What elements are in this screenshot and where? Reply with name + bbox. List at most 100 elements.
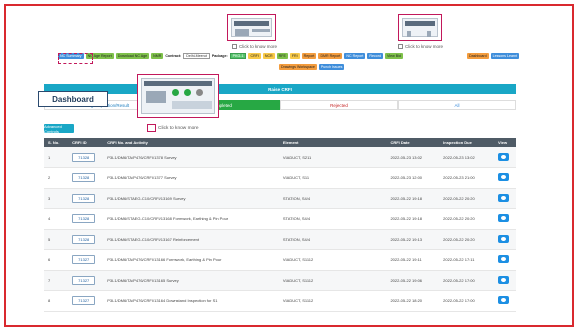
cell-inspection-due: 2022-05-22 17:11 bbox=[443, 257, 475, 263]
cell-element: VIADUCT, S1112 bbox=[282, 277, 314, 283]
view-eye-icon[interactable] bbox=[498, 214, 510, 223]
col-inspection-due: Inspection Due bbox=[443, 140, 472, 145]
col-sno: S. No. bbox=[48, 140, 60, 145]
col-crfi-date: CRFI Date bbox=[390, 140, 410, 145]
dashboard-button[interactable]: Dashboard bbox=[467, 53, 489, 59]
top-toolbar: NC Summary NC Age Report Download NC Age… bbox=[58, 53, 403, 59]
cell-crfi-date: 2022-05-23 13:02 bbox=[390, 154, 423, 160]
cell-sno: 8 bbox=[48, 298, 51, 304]
click-to-know-more-note[interactable]: Click to know more bbox=[232, 44, 277, 49]
dmr-report-button[interactable]: DMR Report bbox=[318, 53, 343, 59]
cell-sno: 6 bbox=[48, 257, 51, 263]
cell-sno: 4 bbox=[48, 216, 51, 222]
top-toolbar-far: Dashboard Lessons Learnt bbox=[467, 53, 520, 59]
ncr-button[interactable]: NCR bbox=[262, 53, 275, 59]
view-eye-icon[interactable] bbox=[498, 173, 510, 182]
view-eye-icon[interactable] bbox=[498, 255, 510, 264]
drawings-workspace-button[interactable]: Drawings Workspace bbox=[279, 64, 317, 70]
nmr-button[interactable]: NMR bbox=[151, 53, 164, 59]
record-button[interactable]: Record bbox=[367, 53, 383, 59]
download-nc-age-button[interactable]: Download NC Age bbox=[115, 53, 150, 59]
cell-element: STATION, S4/4 bbox=[282, 216, 311, 222]
cell-crfi-id[interactable]: 71327 bbox=[72, 255, 96, 265]
advanced-controls-button[interactable]: Advanced Controls bbox=[44, 124, 74, 134]
click-to-know-more-note[interactable]: Click to know more bbox=[147, 124, 199, 132]
view-bid-button[interactable]: View Bid bbox=[385, 53, 403, 59]
table-row: 3 71328 P3L1/DM6/STAEG-C10/CRFI/13169 Surv… bbox=[44, 188, 516, 209]
view-eye-icon[interactable] bbox=[498, 234, 510, 243]
cell-crfi-id[interactable]: 71327 bbox=[72, 296, 96, 306]
tab-all[interactable]: All bbox=[398, 100, 516, 110]
callout-thumbnail-dashboard bbox=[137, 74, 219, 118]
view-eye-icon[interactable] bbox=[498, 275, 510, 284]
cell-inspection-due: 2022-05-22 20:20 bbox=[443, 236, 475, 242]
status-tabs: Pending Inspection/Result Completed Reje… bbox=[44, 100, 516, 110]
cell-crfi-id[interactable]: 71328 bbox=[72, 173, 96, 183]
report-button[interactable]: Report bbox=[301, 53, 317, 59]
cell-activity: P3L1/DM6/STAEG-C10/CRFI/13168 Formwork, … bbox=[107, 216, 229, 222]
cell-activity: P3L1/DM6/STAEG-C10/CRFI/13169 Survey bbox=[107, 195, 186, 201]
thumbnail-preview bbox=[231, 18, 272, 37]
package-select[interactable]: PKG-1 bbox=[229, 53, 247, 59]
rfe-button[interactable]: RFE bbox=[276, 53, 288, 59]
cell-sno: 1 bbox=[48, 154, 51, 160]
cell-activity: P3L1/DM6/TA/P476/CRFI/13166 Formwork, Ea… bbox=[107, 257, 222, 263]
col-view: View bbox=[498, 140, 508, 145]
cell-crfi-id[interactable]: 71328 bbox=[72, 193, 96, 203]
crfi-table: S. No. CRFI ID CRFI No. and Activity Ele… bbox=[44, 138, 516, 312]
cell-crfi-date: 2022-05-22 19:06 bbox=[390, 277, 423, 283]
lessons-learnt-button[interactable]: Lessons Learnt bbox=[490, 53, 520, 59]
cell-crfi-date: 2022-05-22 18:20 bbox=[390, 298, 423, 304]
cell-crfi-id[interactable]: 71328 bbox=[72, 152, 96, 162]
cell-inspection-due: 2022-05-22 17:00 bbox=[443, 277, 475, 283]
fri-button[interactable]: FRI bbox=[289, 53, 300, 59]
dashboard-preview bbox=[141, 78, 215, 114]
view-eye-icon[interactable] bbox=[498, 296, 510, 305]
view-eye-icon[interactable] bbox=[498, 193, 510, 202]
table-row: 6 71327 P3L1/DM6/TA/P476/CRFI/13166 Formwo… bbox=[44, 250, 516, 270]
cell-element: STATION, S4/4 bbox=[282, 236, 311, 242]
table-row: 2 71328 P3L1/DM6/TA/P476/CRFI/1377 Survey V… bbox=[44, 168, 516, 188]
crfi-button[interactable]: CRFI bbox=[248, 53, 261, 59]
tab-rejected[interactable]: Rejected bbox=[280, 100, 398, 110]
cell-activity: P3L1/DM6/TA/P476/CRFI/13164 Downstand In… bbox=[107, 298, 218, 304]
col-crfi-id: CRFI ID bbox=[72, 140, 87, 145]
raise-crfi-bar[interactable]: Raise CRFI bbox=[44, 84, 516, 94]
thumbnail-preview bbox=[402, 18, 438, 37]
cell-inspection-due: 2022-05-22 20:20 bbox=[443, 195, 475, 201]
col-activity: CRFI No. and Activity bbox=[107, 140, 148, 145]
nc-report-button[interactable]: NC Report bbox=[344, 53, 366, 59]
cell-sno: 2 bbox=[48, 175, 51, 181]
callout-thumbnail-right bbox=[398, 14, 442, 41]
cell-sno: 3 bbox=[48, 195, 51, 201]
punch-issues-button[interactable]: Punch Issues bbox=[318, 64, 345, 70]
package-label: Package: bbox=[211, 54, 228, 58]
highlight-box bbox=[58, 53, 93, 64]
cell-crfi-date: 2022-05-22 19:18 bbox=[390, 195, 423, 201]
cell-crfi-id[interactable]: 71327 bbox=[72, 275, 96, 285]
table-row: 7 71327 P3L1/DM6/TA/P476/CRFI/13165 Survey… bbox=[44, 270, 516, 291]
cell-sno: 7 bbox=[48, 277, 51, 283]
cell-element: VIADUCT, S1112 bbox=[282, 298, 314, 304]
cell-element: VIADUCT, S1112 bbox=[282, 257, 314, 263]
cell-inspection-due: 2022-05-22 20:20 bbox=[443, 216, 475, 222]
toolbar-row-two: Drawings Workspace Punch Issues bbox=[279, 64, 345, 70]
cell-activity: P3L1/DM6/TA/P476/CRFI/13165 Survey bbox=[107, 277, 179, 283]
cell-activity: P3L1/DM6/STAEG-C10/CRFI/13167 Reinforcem… bbox=[107, 236, 200, 242]
cell-activity: P3L1/DM6/TA/P476/CRFI/1377 Survey bbox=[107, 175, 177, 181]
cell-inspection-due: 2022-05-23 13:02 bbox=[443, 154, 475, 160]
cell-element: STATION, S4/4 bbox=[282, 195, 311, 201]
click-to-know-more-note[interactable]: Click to know more bbox=[398, 44, 443, 49]
cell-crfi-id[interactable]: 71328 bbox=[72, 234, 96, 244]
contract-select[interactable]: Delhi-Meerut bbox=[183, 53, 210, 59]
cell-element: VIADUCT, S11 bbox=[282, 175, 310, 181]
table-header-row: S. No. CRFI ID CRFI No. and Activity Ele… bbox=[44, 138, 516, 147]
view-eye-icon[interactable] bbox=[498, 152, 510, 161]
table-row: 8 71327 P3L1/DM6/TA/P476/CRFI/13164 Downst… bbox=[44, 291, 516, 311]
cell-crfi-date: 2022-05-22 19:11 bbox=[390, 257, 422, 263]
table-row: 5 71328 P3L1/DM6/STAEG-C10/CRFI/13167 Rein… bbox=[44, 229, 516, 250]
col-element: Element bbox=[282, 140, 299, 145]
cell-crfi-id[interactable]: 71328 bbox=[72, 214, 96, 224]
cell-sno: 5 bbox=[48, 236, 51, 242]
callout-thumbnail-left bbox=[227, 14, 276, 41]
